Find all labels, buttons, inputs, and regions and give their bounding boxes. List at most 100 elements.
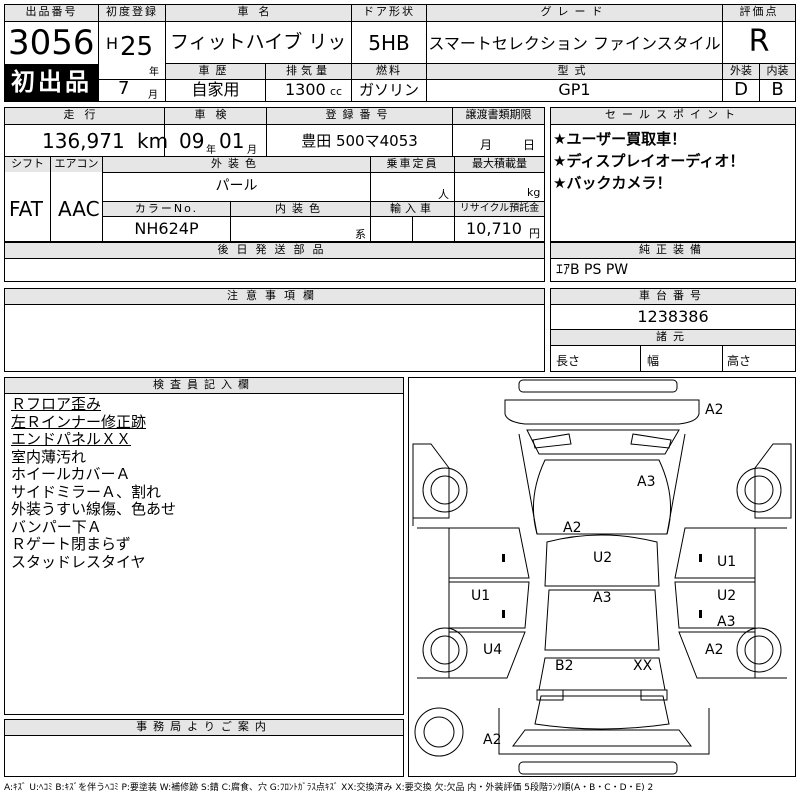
damage-mark: B2: [555, 658, 574, 674]
car-name-label: 車名: [166, 5, 351, 21]
history: 自家用: [191, 80, 240, 99]
capacity-label: 乗車定員: [371, 157, 454, 172]
inspection-year-unit: 年: [206, 145, 216, 156]
year-unit: 年: [149, 67, 159, 78]
door-handle: [502, 554, 505, 562]
equipment-label: 純正装備: [551, 243, 795, 258]
inspector-label: 検査員記入欄: [5, 378, 403, 393]
damage-mark: A2: [483, 732, 501, 748]
first-reg-label: 初度登録: [99, 5, 165, 21]
wheel-front-right-inner: [744, 475, 774, 505]
model-label: 型式: [427, 64, 722, 79]
shift-label: シフト: [5, 157, 50, 172]
sales-point-1: ★ユーザー買取車！: [553, 130, 687, 148]
wheel-front-right: [736, 467, 782, 513]
damage-mark: A2: [705, 642, 723, 658]
transfer-day-unit: 日: [523, 138, 536, 152]
inspector-note: バンパー下Ａ: [11, 517, 102, 536]
length-label: 長さ: [556, 354, 581, 368]
a-pillar-left: [518, 433, 538, 535]
damage-mark: XX: [633, 658, 653, 674]
inspector-note: ホイールカバーＡ: [11, 465, 131, 483]
width-label: 幅: [647, 354, 660, 368]
inspector-note: サイドミラーＡ、割れ: [11, 482, 162, 501]
door-handle: [699, 610, 702, 618]
wiper-right: [630, 433, 672, 449]
damage-mark: A3: [637, 474, 655, 490]
max-load-unit: kg: [527, 186, 541, 199]
exterior-grade: D: [734, 79, 748, 100]
sales-points-label: セールスポイント: [551, 108, 795, 124]
windshield-outline: [526, 429, 680, 455]
sales-point-3: ★バックカメラ！: [553, 174, 672, 192]
displacement-unit: cc: [330, 85, 343, 98]
int-color-unit: 系: [355, 228, 366, 241]
rear-window-outline: [534, 695, 670, 730]
interior-grade: B: [771, 79, 784, 100]
ext-color-label: 外装色: [103, 157, 370, 172]
first-listing-badge: 初出品: [5, 64, 98, 101]
interior-grade-label: 内装: [760, 64, 795, 79]
displacement-label: 排気量: [266, 64, 351, 79]
inspection-month: 01: [219, 129, 245, 153]
front-bumper-outline: [518, 379, 678, 393]
exterior-grade-label: 外装: [723, 64, 759, 79]
lot-number: 30569: [8, 23, 96, 63]
first-reg-month: 7: [118, 78, 130, 99]
recycle-unit: 円: [529, 227, 540, 240]
wheel-rear-left: [422, 627, 468, 673]
office-label: 事務局よりご案内: [5, 720, 403, 735]
era-letter: H: [106, 34, 119, 53]
color-no: NH624P: [134, 219, 199, 238]
door-handle: [502, 610, 505, 618]
model: GP1: [558, 80, 591, 99]
mileage: 136,971: [42, 129, 125, 153]
damage-mark: U2: [593, 550, 612, 566]
shift: FAT: [9, 197, 44, 221]
rear-panel: [512, 729, 692, 747]
spare-tire: [414, 707, 464, 757]
wheel-front-left: [422, 467, 468, 513]
right-rocker: [754, 527, 787, 679]
damage-mark: U2: [717, 588, 736, 604]
car-diagram: A2 A3 A2 U2 U1 U1 A3 U2 A3 U4 A2 B2 XX A…: [412, 379, 792, 775]
roof-outline: [532, 459, 672, 535]
damage-mark: U4: [483, 642, 502, 658]
lot-number-label: 出品番号: [5, 5, 98, 21]
inspection-label: 車検: [165, 108, 266, 124]
wheel-rear-right: [736, 627, 782, 673]
transfer-month-unit: 月: [480, 138, 493, 152]
right-rear-door: [674, 581, 756, 629]
equipment-value: ｴｱB PS PW: [556, 262, 629, 278]
right-front-door: [674, 527, 756, 579]
later-parts-label: 後日発送部品: [5, 243, 544, 258]
chassis-label: 車台番号: [551, 289, 795, 304]
legend: A:ｷｽﾞ U:ﾍｺﾐ B:ｷｽﾞを伴うﾍｺﾐ P:要塗装 W:補修跡 S:錆 …: [4, 783, 654, 793]
wiper-left: [532, 433, 572, 449]
inspector-notes: Ｒフロア歪み 左Ｒインナー修正跡 エンドパネルＸＸ 室内薄汚れ ホイールカバーＡ…: [11, 395, 401, 571]
rear-bumper-outline: [518, 761, 678, 775]
displacement: 1300: [285, 80, 326, 99]
fuel-label: 燃料: [352, 64, 426, 79]
height-label: 高さ: [727, 354, 752, 368]
ac: AAC: [58, 197, 100, 221]
inspector-note: Ｒゲート閉まらず: [11, 535, 131, 553]
damage-mark: A2: [705, 402, 723, 418]
recycle-label: リサイクル預託金: [455, 202, 544, 216]
left-rocker: [417, 527, 450, 679]
inspector-note: 室内薄汚れ: [11, 447, 87, 466]
spare-tire-inner: [423, 716, 455, 748]
bracket-right: [785, 443, 792, 458]
damage-mark: A3: [717, 614, 735, 630]
wheel-rear-left-inner: [430, 635, 460, 665]
damage-mark: U1: [717, 554, 736, 570]
inspection-year: 09: [179, 129, 205, 153]
damage-mark: A2: [563, 520, 581, 536]
notes-section-label: 注意事項欄: [5, 289, 544, 304]
max-load-label: 最大積載量: [455, 157, 544, 172]
rear-underbody: [498, 708, 710, 755]
grade-label: グレード: [427, 5, 722, 21]
capacity-unit: 人: [438, 188, 449, 201]
color-no-label: カラーNo.: [103, 202, 230, 216]
wheel-front-left-inner: [430, 475, 460, 505]
